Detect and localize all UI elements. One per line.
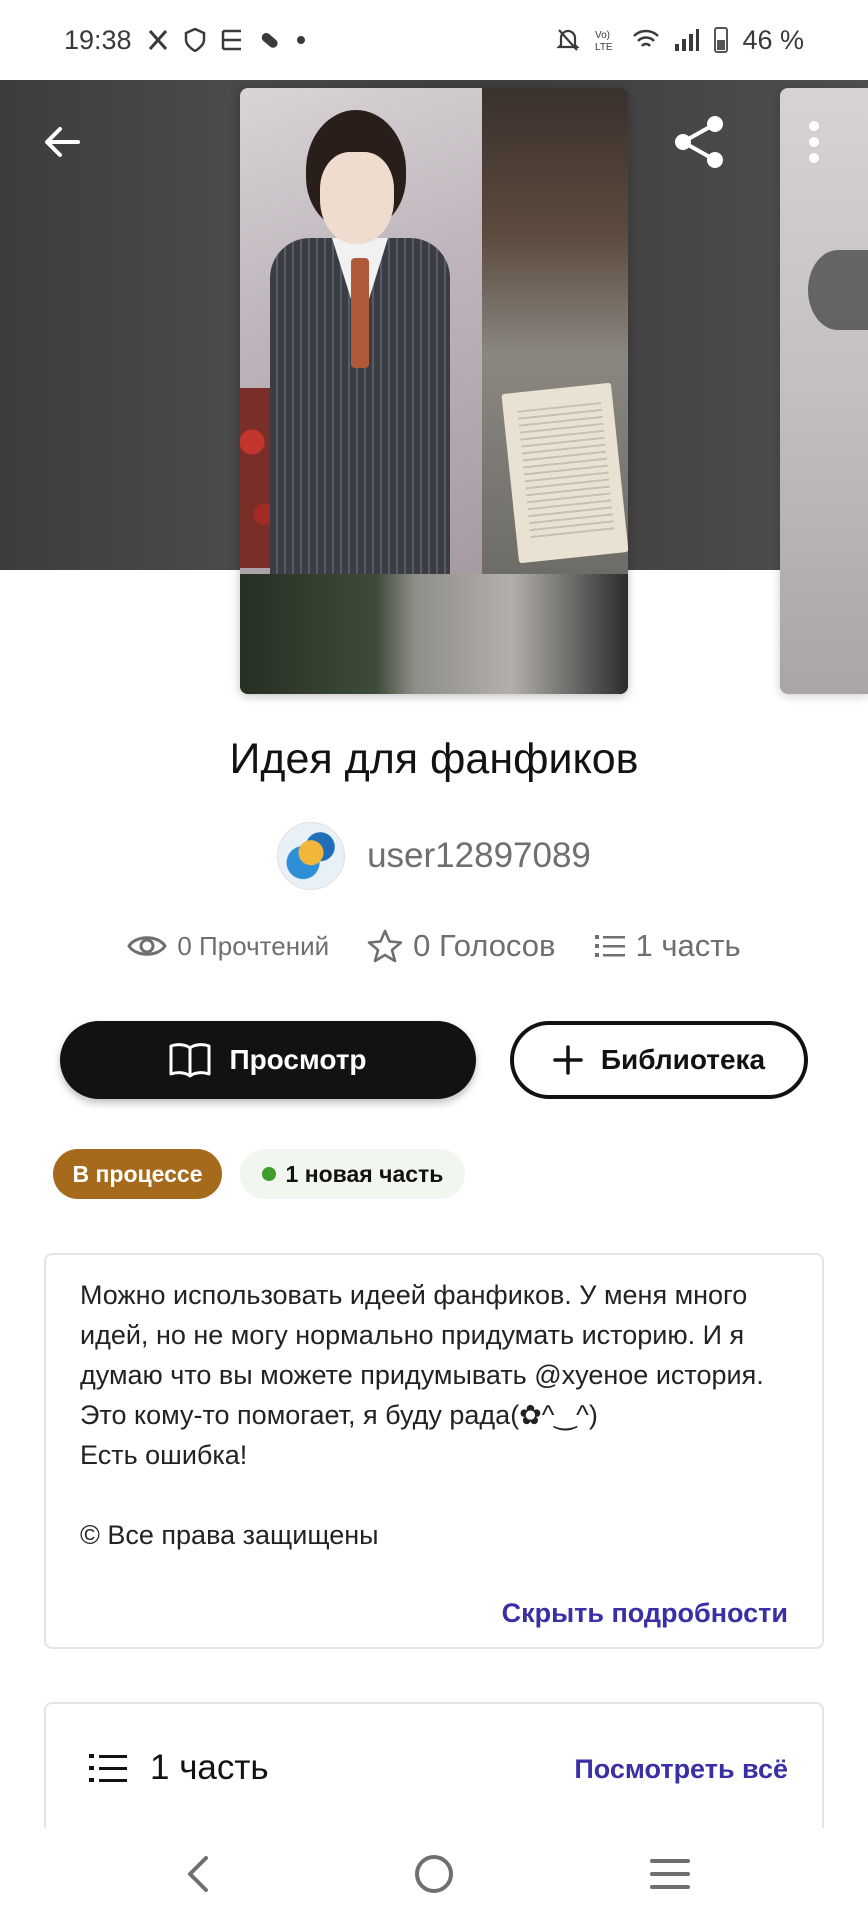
stat-votes: 0 Голосов (367, 928, 556, 964)
svg-text:LTE: LTE (595, 42, 613, 53)
cover-illustration-left (240, 88, 482, 574)
story-stats: 0 Прочтений 0 Голосов 1 часть (0, 928, 868, 964)
author-avatar[interactable] (277, 822, 346, 890)
dot-icon (296, 35, 306, 45)
system-navigation-bar (0, 1828, 868, 1920)
next-cover-detail (808, 250, 868, 330)
battery-level: 46 % (742, 24, 804, 55)
cover-figure-tie (351, 258, 369, 368)
chevron-left-icon (188, 1856, 208, 1892)
read-button-label: Просмотр (229, 1044, 367, 1075)
status-bar: 19:38 Vo) LTE 46 % (0, 0, 868, 80)
cover-photo-bottom (240, 574, 628, 694)
reads-count: 0 Прочтений (177, 930, 330, 961)
battery-icon (714, 27, 729, 53)
table-of-contents-icon (89, 1754, 127, 1782)
read-button[interactable]: Просмотр (60, 1021, 476, 1099)
nav-home-button[interactable] (399, 1839, 469, 1909)
view-all-link[interactable]: Посмотреть всё (574, 1754, 788, 1785)
library-button-label: Библиотека (600, 1044, 766, 1075)
signal-icon (674, 28, 700, 52)
author-name[interactable]: user12897089 (367, 836, 591, 876)
eye-icon (127, 936, 168, 956)
story-cover[interactable] (240, 88, 628, 694)
parts-card: 1 часть Посмотреть всё (44, 1702, 824, 1832)
star-icon (367, 929, 403, 963)
volte-icon: Vo) LTE (594, 27, 618, 53)
parts-count: 1 часть (635, 928, 741, 963)
arrow-left-icon (45, 127, 80, 157)
parts-title: 1 часть (150, 1748, 269, 1787)
x-icon (146, 28, 170, 52)
share-icon (675, 116, 723, 168)
more-vertical-icon (809, 121, 819, 163)
new-indicator-dot (261, 1167, 276, 1181)
menu-lines-icon (650, 1859, 690, 1889)
next-cover-peek[interactable] (780, 88, 868, 694)
status-badge: В процессе (53, 1149, 222, 1199)
more-options-button[interactable] (790, 110, 838, 174)
stat-parts: 1 часть (594, 928, 741, 964)
nav-recents-button[interactable] (635, 1839, 705, 1909)
description-card: Можно использовать идеей фанфиков. У мен… (44, 1253, 824, 1649)
back-button[interactable] (30, 110, 94, 174)
book-open-icon (169, 1043, 211, 1078)
mute-icon (556, 27, 581, 53)
copyright-text: © Все права защищены (80, 1520, 379, 1550)
list-icon (594, 935, 625, 957)
votes-count: 0 Голосов (413, 928, 556, 963)
author-row[interactable]: user12897089 (0, 822, 868, 890)
hide-details-link[interactable]: Скрыть подробности (502, 1598, 788, 1629)
new-part-label: 1 новая часть (285, 1160, 444, 1187)
bracket-icon (220, 28, 244, 52)
status-time: 19:38 (64, 24, 132, 55)
cover-figure-face (320, 152, 394, 244)
status-right: Vo) LTE 46 % (556, 25, 804, 56)
wifi-icon (632, 28, 660, 52)
description-text: Можно использовать идеей фанфиков. У мен… (80, 1280, 764, 1470)
parts-header: 1 часть (88, 1748, 269, 1788)
add-to-library-button[interactable]: Библиотека (510, 1021, 808, 1099)
share-button[interactable] (665, 108, 733, 176)
nav-back-button[interactable] (163, 1839, 233, 1909)
shield-icon (184, 28, 206, 52)
pill-icon (258, 28, 282, 52)
story-title: Идея для фанфиков (229, 735, 639, 783)
cover-book-text (517, 401, 615, 541)
svg-text:Vo): Vo) (595, 30, 610, 41)
stat-reads: 0 Прочтений (127, 931, 329, 962)
home-circle-icon (415, 1855, 453, 1893)
new-part-badge: 1 новая часть (240, 1149, 465, 1199)
plus-icon (553, 1045, 583, 1075)
status-left: 19:38 (64, 25, 306, 56)
